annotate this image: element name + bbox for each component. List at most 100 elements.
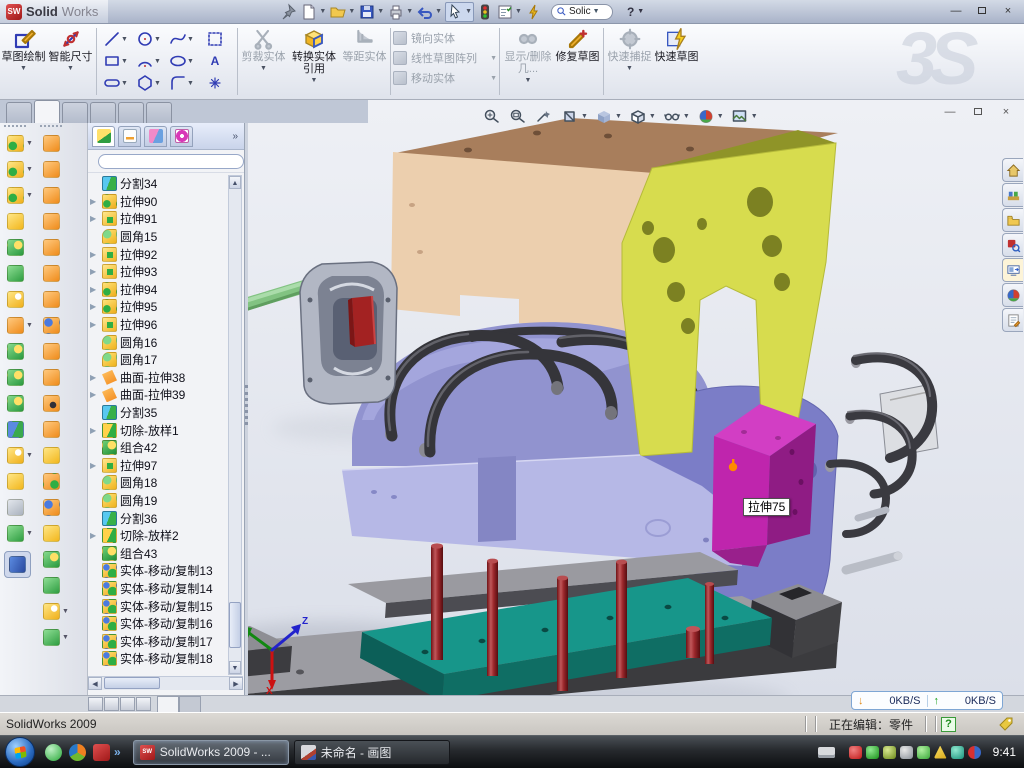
sketch-tool-button[interactable]: ▼ <box>132 72 165 94</box>
move-entities-button[interactable]: 移动实体▼ <box>393 70 497 86</box>
expand-arrow-icon[interactable]: ▶ <box>90 302 99 311</box>
menu-item[interactable] <box>242 0 262 23</box>
sketch-tool-button[interactable]: A▼ <box>198 50 231 72</box>
quick-toolbar-button[interactable]: ▼ <box>525 3 543 21</box>
quick-launch-overflow[interactable]: » <box>114 745 121 759</box>
tag-icon[interactable] <box>998 716 1014 732</box>
draft-button[interactable]: ▼ <box>7 265 24 282</box>
linear-pattern-button[interactable]: 线性草图阵列▼ <box>393 50 497 66</box>
tree-filter-input[interactable] <box>98 154 244 169</box>
feature-tree-item[interactable]: ▶ 拉伸91 <box>88 210 229 228</box>
fillet-button[interactable]: ▼ <box>7 187 33 204</box>
dropdown-arrow-icon[interactable]: ▼ <box>377 8 384 15</box>
feature-tree-item[interactable]: ▶ 圆角16 <box>88 333 229 351</box>
expand-arrow-icon[interactable]: ▶ <box>90 461 99 470</box>
feature-tree-item[interactable]: ▶ 圆角19 <box>88 492 229 510</box>
feature-tree-item[interactable]: ▶ 组合42 <box>88 439 229 457</box>
scroll-down-button[interactable]: ▼ <box>229 661 241 674</box>
quick-toolbar-button[interactable]: ▼ <box>329 3 356 21</box>
taskbar-window-button[interactable]: 未命名 - 画图 <box>294 740 450 765</box>
feature-tree-item[interactable]: ▶ 切除-放样2 <box>88 527 229 545</box>
task-pane-tab[interactable] <box>1002 258 1023 282</box>
tray-icon[interactable] <box>917 746 930 759</box>
menu-item[interactable] <box>182 0 202 23</box>
insert-part-button[interactable]: ▼ <box>7 447 33 464</box>
sketch-tool-button[interactable]: ▼ <box>165 28 198 50</box>
tab-configuration-manager[interactable] <box>144 126 167 147</box>
feature-wizard-button[interactable]: ▼ <box>7 291 24 308</box>
close-button[interactable]: × <box>1000 5 1016 19</box>
search-value[interactable]: Solic <box>569 6 591 17</box>
lofted-boss-button[interactable]: ▼ <box>7 239 24 256</box>
expand-arrow-icon[interactable]: ▶ <box>90 250 99 259</box>
surface-trim-button[interactable]: ▼ <box>43 447 60 464</box>
repair-sketch-button[interactable]: 修复草图 <box>554 24 601 99</box>
doc-nav-button[interactable] <box>104 697 119 711</box>
tray-icon[interactable] <box>900 746 913 759</box>
menu-item[interactable] <box>142 0 162 23</box>
manager-tabs-overflow[interactable]: » <box>232 131 238 142</box>
task-pane-tab[interactable] <box>1002 308 1023 332</box>
restore-button[interactable] <box>974 5 990 19</box>
freeform-button[interactable]: ▼ <box>43 577 60 594</box>
feature-tree-item[interactable]: ▶ 圆角17 <box>88 351 229 369</box>
quick-toolbar-button[interactable]: ▼ <box>300 3 327 21</box>
smart-dimension-button[interactable]: 智能尺寸▼ <box>47 24 94 99</box>
sketch-tool-button[interactable]: ▼ <box>165 50 198 72</box>
quick-toolbar-button[interactable]: ▼ <box>280 3 298 21</box>
feature-tree-item[interactable]: ▶ 分割35 <box>88 404 229 422</box>
surface-thicken-button[interactable]: ▼ <box>43 343 60 360</box>
minimize-button[interactable]: — <box>948 5 964 19</box>
surface-extend-button[interactable]: ▼ <box>43 187 60 204</box>
task-pane-tab[interactable] <box>1002 208 1023 232</box>
dropdown-arrow-icon[interactable]: ▼ <box>435 8 442 15</box>
sketch-tool-button[interactable]: ▼ <box>99 50 132 72</box>
tab-property-manager[interactable] <box>118 126 141 147</box>
surface-ruled-button[interactable]: ▼ <box>43 525 60 542</box>
feature-tree-item[interactable]: ▶ 分割36 <box>88 509 229 527</box>
menu-item[interactable] <box>222 0 242 23</box>
doc-tab[interactable] <box>179 696 201 712</box>
delete-face-button[interactable]: ▼ <box>43 395 60 412</box>
doc-tab[interactable] <box>157 696 179 712</box>
dropdown-arrow-icon[interactable]: ▼ <box>515 8 522 15</box>
expand-arrow-icon[interactable]: ▶ <box>90 285 99 294</box>
menu-item[interactable] <box>122 0 142 23</box>
rib-button[interactable]: ▼ <box>7 343 24 360</box>
move-copy-body-button[interactable]: ▼ <box>7 421 24 438</box>
feature-tree-item[interactable]: ▶ 拉伸93 <box>88 263 229 281</box>
tree-horizontal-scrollbar[interactable]: ◀ ▶ <box>88 676 243 690</box>
view-tool-button[interactable]: ▼ <box>629 108 656 125</box>
tray-icon[interactable] <box>968 746 981 759</box>
toolbar-grip[interactable] <box>4 125 26 129</box>
ribbon-tab[interactable] <box>62 102 88 123</box>
combine-bodies-button[interactable]: ▼ <box>7 369 24 386</box>
feature-tree-item[interactable]: ▶ 拉伸95 <box>88 298 229 316</box>
dropdown-arrow-icon[interactable]: ▼ <box>319 8 326 15</box>
split-feature-button[interactable]: ▼ <box>7 473 24 490</box>
swept-boss-button[interactable]: ▼ <box>7 213 24 230</box>
search-box[interactable]: Solic ▼ <box>551 4 613 20</box>
doc-restore-button[interactable] <box>970 106 986 120</box>
taskbar-window-button[interactable]: SWSolidWorks 2009 - ... <box>133 740 289 765</box>
help-dropdown-icon[interactable]: ▼ <box>637 8 644 15</box>
view-tool-button[interactable]: ▼ <box>509 108 528 125</box>
quick-toolbar-button[interactable]: ▼ <box>476 3 494 21</box>
quick-toolbar-button[interactable]: ▼ <box>358 3 385 21</box>
sketch-tool-button[interactable]: ▼ <box>198 72 231 94</box>
feature-tree-item[interactable]: ▶ 实体-移动/复制13 <box>88 562 229 580</box>
quick-toolbar-button[interactable]: ▼ <box>387 3 414 21</box>
toolbar-grip[interactable] <box>40 125 62 129</box>
feature-tree-item[interactable]: ▶ 拉伸90 <box>88 193 229 211</box>
display-delete-relations-button[interactable]: 显示/删除几...▼ <box>502 24 554 99</box>
offset-entities-button[interactable]: 等距实体 <box>341 24 388 99</box>
feature-tree-item[interactable]: ▶ 实体-移动/复制15 <box>88 597 229 615</box>
surface-mid-button[interactable]: ▼ <box>43 239 60 256</box>
tray-icon[interactable] <box>951 746 964 759</box>
help-button[interactable]: ? <box>627 5 634 19</box>
helix-spiral-button[interactable]: ▼ <box>7 525 33 542</box>
surface-sweep-button[interactable]: ▼ <box>43 135 60 152</box>
feature-tree-item[interactable]: ▶ 圆角18 <box>88 474 229 492</box>
quick-launch-icon[interactable] <box>69 744 86 761</box>
surface-planar-button[interactable]: ▼ <box>43 291 60 308</box>
